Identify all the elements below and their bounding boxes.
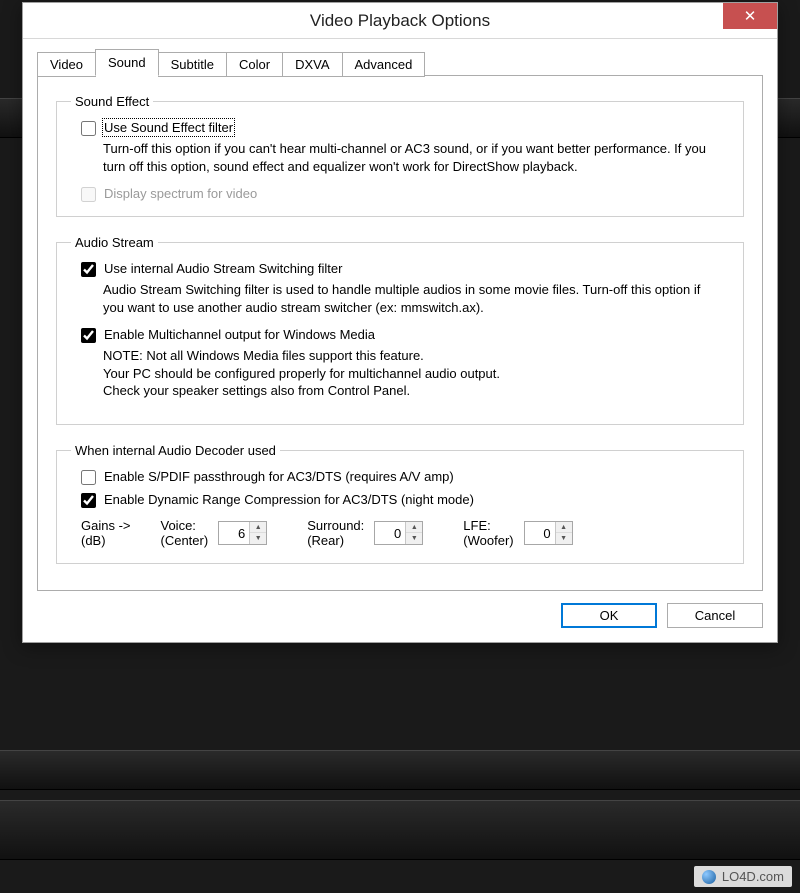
spdif-label: Enable S/PDIF passthrough for AC3/DTS (r… [104, 469, 454, 484]
surround-label-1: Surround: [307, 518, 364, 534]
use-sound-effect-label: Use Sound Effect filter [104, 120, 233, 135]
spdif-checkbox[interactable] [81, 470, 96, 485]
voice-spinner[interactable]: ▲ ▼ [218, 521, 267, 545]
voice-label-2: (Center) [161, 533, 209, 549]
voice-label-1: Voice: [161, 518, 209, 534]
multichannel-checkbox[interactable] [81, 328, 96, 343]
group-decoder: When internal Audio Decoder used Enable … [56, 443, 744, 564]
tab-advanced[interactable]: Advanced [342, 52, 426, 77]
voice-spin-down[interactable]: ▼ [250, 533, 266, 544]
watermark-text: LO4D.com [722, 869, 784, 884]
lfe-spin-down[interactable]: ▼ [556, 533, 572, 544]
tab-subtitle[interactable]: Subtitle [158, 52, 227, 77]
drc-row[interactable]: Enable Dynamic Range Compression for AC3… [71, 491, 729, 508]
titlebar: Video Playback Options ✕ [23, 3, 777, 39]
display-spectrum-label: Display spectrum for video [104, 186, 257, 201]
use-sound-effect-desc: Turn-off this option if you can't hear m… [103, 140, 723, 175]
gains-label-1: Gains -> [81, 518, 131, 534]
surround-label: Surround: (Rear) [307, 518, 364, 549]
lfe-label: LFE: (Woofer) [463, 518, 513, 549]
use-switching-filter-row[interactable]: Use internal Audio Stream Switching filt… [71, 260, 729, 277]
display-spectrum-row: Display spectrum for video [71, 185, 729, 202]
tab-video[interactable]: Video [37, 52, 96, 77]
group-decoder-legend: When internal Audio Decoder used [71, 443, 280, 458]
use-switching-filter-checkbox[interactable] [81, 262, 96, 277]
lfe-input[interactable] [525, 522, 555, 544]
watermark: LO4D.com [694, 866, 792, 887]
globe-icon [702, 870, 716, 884]
tab-page-sound: Sound Effect Use Sound Effect filter Tur… [37, 75, 763, 591]
multichannel-label: Enable Multichannel output for Windows M… [104, 327, 375, 342]
use-sound-effect-row[interactable]: Use Sound Effect filter [71, 119, 729, 136]
voice-input[interactable] [219, 522, 249, 544]
multichannel-row[interactable]: Enable Multichannel output for Windows M… [71, 326, 729, 343]
close-icon: ✕ [744, 7, 757, 25]
lfe-label-2: (Woofer) [463, 533, 513, 549]
cancel-button[interactable]: Cancel [667, 603, 763, 628]
display-spectrum-checkbox [81, 187, 96, 202]
button-row: OK Cancel [37, 603, 763, 628]
surround-spin-down[interactable]: ▼ [406, 533, 422, 544]
use-switching-filter-label: Use internal Audio Stream Switching filt… [104, 261, 342, 276]
surround-input[interactable] [375, 522, 405, 544]
surround-label-2: (Rear) [307, 533, 364, 549]
drc-label: Enable Dynamic Range Compression for AC3… [104, 492, 474, 507]
lfe-spin-up[interactable]: ▲ [556, 522, 572, 533]
ok-button[interactable]: OK [561, 603, 657, 628]
surround-spinner[interactable]: ▲ ▼ [374, 521, 423, 545]
window-title: Video Playback Options [310, 11, 490, 31]
group-audio-stream-legend: Audio Stream [71, 235, 158, 250]
tab-dxva[interactable]: DXVA [282, 52, 342, 77]
drc-checkbox[interactable] [81, 493, 96, 508]
lfe-spinner[interactable]: ▲ ▼ [524, 521, 573, 545]
multichannel-desc: NOTE: Not all Windows Media files suppor… [103, 347, 723, 400]
dialog-video-playback-options: Video Playback Options ✕ Video Sound Sub… [22, 2, 778, 643]
gains-label-2: (dB) [81, 533, 131, 549]
spdif-row[interactable]: Enable S/PDIF passthrough for AC3/DTS (r… [71, 468, 729, 485]
gains-label: Gains -> (dB) [81, 518, 131, 549]
lfe-label-1: LFE: [463, 518, 513, 534]
use-switching-filter-desc: Audio Stream Switching filter is used to… [103, 281, 723, 316]
gains-row: Gains -> (dB) Voice: (Center) ▲ ▼ [81, 518, 729, 549]
group-sound-effect-legend: Sound Effect [71, 94, 153, 109]
tab-sound[interactable]: Sound [95, 49, 159, 76]
voice-spin-up[interactable]: ▲ [250, 522, 266, 533]
close-button[interactable]: ✕ [723, 3, 777, 29]
group-audio-stream: Audio Stream Use internal Audio Stream S… [56, 235, 744, 425]
group-sound-effect: Sound Effect Use Sound Effect filter Tur… [56, 94, 744, 217]
tab-color[interactable]: Color [226, 52, 283, 77]
use-sound-effect-checkbox[interactable] [81, 121, 96, 136]
dialog-body: Video Sound Subtitle Color DXVA Advanced… [23, 39, 777, 642]
surround-spin-up[interactable]: ▲ [406, 522, 422, 533]
tab-strip: Video Sound Subtitle Color DXVA Advanced [37, 49, 763, 76]
voice-label: Voice: (Center) [161, 518, 209, 549]
